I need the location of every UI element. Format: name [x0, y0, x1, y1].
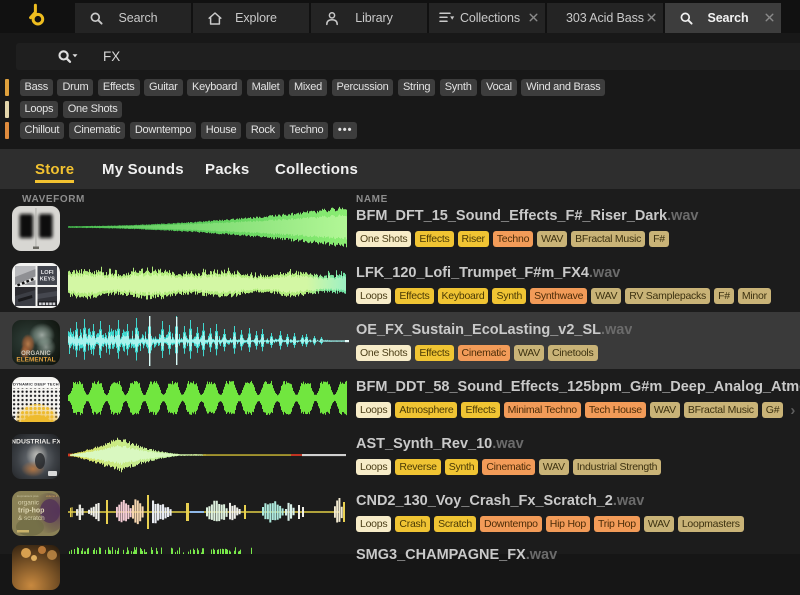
svg-text:LOFI: LOFI: [41, 270, 54, 276]
svg-text:trip-hop: trip-hop: [18, 508, 44, 515]
svg-text:KEYS: KEYS: [40, 277, 56, 283]
svg-text:organic: organic: [18, 500, 40, 507]
svg-text:DYNAMIC DEEP TECH: DYNAMIC DEEP TECH: [13, 382, 59, 387]
svg-text:volume 2: volume 2: [46, 494, 58, 498]
svg-text:ELEMENTAL: ELEMENTAL: [16, 357, 55, 364]
svg-text:loopmasters pres.: loopmasters pres.: [17, 494, 39, 498]
svg-text:NDUSTRIAL FX: NDUSTRIAL FX: [12, 439, 60, 446]
svg-text:& scratch: & scratch: [18, 515, 45, 522]
